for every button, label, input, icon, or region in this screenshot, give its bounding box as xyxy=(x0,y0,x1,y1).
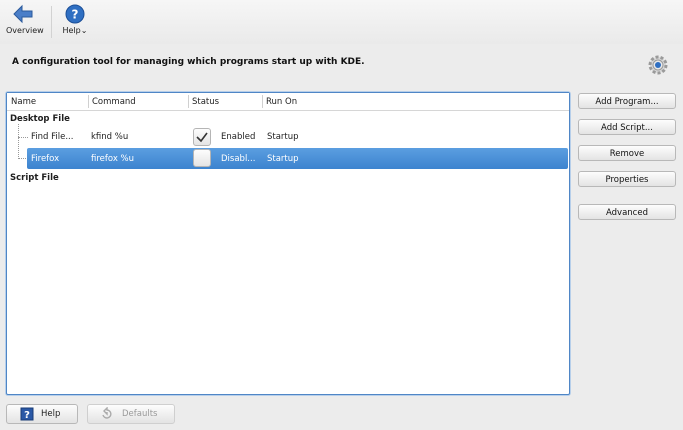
chevron-down-icon: ⌄ xyxy=(80,26,88,35)
column-status[interactable]: Status xyxy=(192,97,219,107)
back-arrow-icon xyxy=(13,4,33,24)
advanced-label: Advanced xyxy=(606,208,648,218)
add-program-label: Add Program... xyxy=(595,97,659,107)
overview-label: Overview xyxy=(6,26,44,35)
status-checkbox[interactable] xyxy=(193,128,211,146)
properties-label: Properties xyxy=(605,175,649,185)
add-program-button[interactable]: Add Program... xyxy=(578,93,676,109)
defaults-button[interactable]: Defaults xyxy=(87,404,175,424)
defaults-button-label: Defaults xyxy=(122,409,158,419)
table-row-selected[interactable]: Firefox firefox %u Disabl... Startup xyxy=(27,148,568,169)
checkmark-icon xyxy=(196,132,208,143)
svg-text:?: ? xyxy=(24,410,30,421)
startup-tree[interactable]: Name Command Status Run On Desktop File … xyxy=(6,92,570,395)
remove-button[interactable]: Remove xyxy=(578,145,676,161)
column-divider xyxy=(262,95,263,108)
tree-line xyxy=(18,124,19,159)
row-command: firefox %u xyxy=(91,154,135,164)
advanced-button[interactable]: Advanced xyxy=(578,204,676,220)
add-script-label: Add Script... xyxy=(601,123,653,133)
help-circle-icon: ? xyxy=(65,4,85,24)
row-name: Find File... xyxy=(31,132,74,142)
column-divider xyxy=(188,95,189,108)
svg-text:?: ? xyxy=(72,8,79,22)
help-book-icon: ? xyxy=(20,407,34,421)
help-button[interactable]: ? Help xyxy=(6,404,78,424)
tree-header: Name Command Status Run On xyxy=(7,93,569,111)
remove-label: Remove xyxy=(609,149,645,159)
help-button-label: Help xyxy=(41,409,61,419)
toolbar-separator xyxy=(51,6,52,38)
row-status: Enabled xyxy=(221,132,256,142)
page-description: A configuration tool for managing which … xyxy=(12,57,365,67)
group-script-file[interactable]: Script File xyxy=(10,173,59,183)
toolbar: Overview ? Help⌄ xyxy=(0,0,683,44)
column-divider xyxy=(88,95,89,108)
row-command: kfind %u xyxy=(91,132,129,142)
tree-line xyxy=(18,137,28,138)
group-desktop-file[interactable]: Desktop File xyxy=(10,114,70,124)
column-run-on[interactable]: Run On xyxy=(266,97,297,107)
help-label: Help xyxy=(62,26,81,35)
column-command[interactable]: Command xyxy=(92,97,136,107)
column-name[interactable]: Name xyxy=(11,97,36,107)
properties-button[interactable]: Properties xyxy=(578,171,676,187)
help-menu-button[interactable]: ? Help⌄ xyxy=(60,4,90,35)
row-status: Disabl... xyxy=(221,154,256,164)
row-name: Firefox xyxy=(31,154,60,164)
status-checkbox[interactable] xyxy=(193,149,211,167)
row-run-on: Startup xyxy=(267,132,299,142)
reset-icon xyxy=(102,407,112,419)
gear-icon[interactable] xyxy=(647,54,669,76)
overview-button[interactable]: Overview xyxy=(6,4,44,35)
row-run-on: Startup xyxy=(267,154,299,164)
add-script-button[interactable]: Add Script... xyxy=(578,119,676,135)
